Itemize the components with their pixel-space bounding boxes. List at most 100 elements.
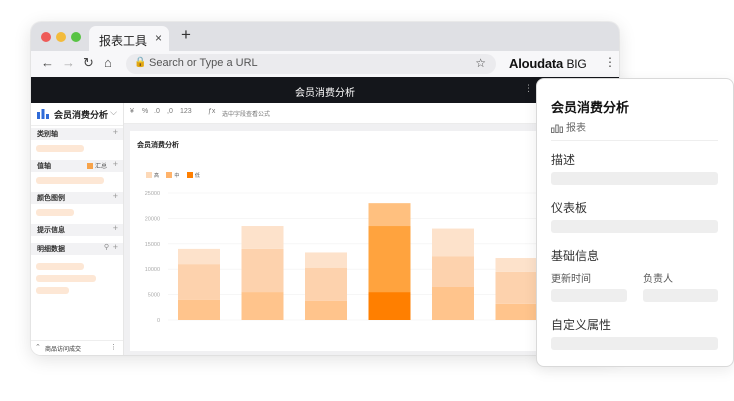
bar-segment-high[interactable] — [432, 228, 474, 257]
app-menu-icon[interactable]: ⋮ — [524, 83, 533, 94]
placeholder-field — [36, 287, 69, 294]
sum-toggle[interactable]: 汇总 — [86, 161, 107, 170]
y-tick-label: 10000 — [145, 267, 160, 273]
divider — [551, 140, 718, 141]
custom-attr-field[interactable] — [551, 337, 718, 350]
custom-attr-label: 自定义属性 — [551, 318, 612, 332]
sum-label: 汇总 — [94, 164, 107, 170]
section-label: 类别轴 — [37, 131, 58, 138]
placeholder-field — [36, 177, 104, 184]
more-icon[interactable]: ⋮ — [110, 343, 117, 351]
y-tick-label: 5000 — [148, 293, 160, 299]
sidebar-footer[interactable]: ⌃ 商品访问成交 ⋮ — [31, 340, 123, 355]
bar-segment-low[interactable] — [178, 299, 220, 320]
address-input[interactable]: 🔒 Search or Type a URL ☆ — [126, 54, 496, 74]
placeholder-field — [36, 209, 74, 216]
lock-icon: 🔒 — [134, 57, 147, 68]
y-tick-label: 20000 — [145, 216, 160, 222]
dashboard-field[interactable] — [551, 220, 718, 233]
formula-icon[interactable]: ƒx — [208, 108, 215, 115]
bar-segment-mid[interactable] — [178, 264, 220, 300]
sidebar: 会员消费分析 ⌵ 类别轴 + 值轴 汇总 + 颜色图例 + 提示信息 + 明细数… — [31, 103, 124, 355]
report-type-label: 报表 — [566, 123, 586, 134]
maximize-window-button[interactable] — [71, 32, 81, 42]
placeholder-field — [36, 275, 96, 282]
dataset-label: 商品访问成交 — [45, 347, 82, 353]
bar-segment-mid[interactable] — [368, 226, 411, 293]
section-detail-data[interactable]: 明细数据 ⚲ + — [31, 242, 123, 255]
report-name: 会员消费分析 — [54, 110, 109, 120]
add-icon[interactable]: + — [113, 242, 118, 252]
search-icon[interactable]: ⚲ — [104, 243, 109, 251]
updated-time-field — [551, 289, 627, 302]
bar-segment-low[interactable] — [305, 300, 347, 320]
add-icon[interactable]: + — [113, 159, 118, 169]
section-label: 颜色图例 — [37, 195, 65, 202]
bar-segment-low[interactable] — [432, 286, 474, 320]
home-icon[interactable]: ⌂ — [104, 55, 112, 70]
minimize-window-button[interactable] — [56, 32, 66, 42]
forward-arrow-icon[interactable]: → — [62, 55, 75, 70]
bar-segment-mid[interactable] — [241, 248, 284, 293]
bar-segment-mid[interactable] — [495, 271, 538, 304]
dashboard-label: 仪表板 — [551, 201, 588, 215]
back-arrow-icon[interactable]: ← — [41, 55, 54, 70]
bar-segment-high[interactable] — [495, 258, 538, 272]
close-icon[interactable]: × — [155, 31, 162, 45]
report-type: 报表 — [551, 119, 586, 134]
new-tab-icon[interactable]: + — [181, 25, 191, 45]
bar-segment-low[interactable] — [495, 303, 538, 320]
bar-segment-high[interactable] — [305, 252, 347, 268]
reload-icon[interactable]: ↻ — [83, 55, 94, 71]
y-tick-label: 25000 — [145, 191, 160, 197]
thousands-icon[interactable]: ,0 — [167, 108, 173, 115]
owner-field — [643, 289, 718, 302]
bar-segment-high[interactable] — [241, 226, 284, 249]
browser-window: 报表工具 × + ← → ↻ ⌂ 🔒 Search or Type a URL … — [31, 22, 619, 355]
decimal-icon[interactable]: .0 — [154, 108, 160, 115]
section-tooltip[interactable]: 提示信息 + — [31, 223, 123, 236]
y-tick-label: 0 — [157, 318, 160, 324]
brand-suffix: BIG — [566, 57, 587, 71]
add-icon[interactable]: + — [113, 191, 118, 201]
bar-segment-high[interactable] — [178, 248, 220, 265]
tab-title: 报表工具 — [99, 34, 148, 48]
y-tick-label: 15000 — [145, 242, 160, 248]
section-color-legend[interactable]: 颜色图例 + — [31, 191, 123, 204]
description-label: 描述 — [551, 153, 576, 167]
bar-segment-mid[interactable] — [305, 267, 347, 301]
browser-menu-icon[interactable]: ⋮ — [604, 55, 616, 69]
section-category-axis[interactable]: 类别轴 + — [31, 127, 123, 140]
bar-segment-low[interactable] — [368, 292, 411, 320]
bar-chart-icon — [551, 124, 563, 133]
section-label: 值轴 — [37, 163, 51, 170]
checkbox-icon — [86, 163, 93, 169]
browser-tab[interactable]: 报表工具 × — [89, 26, 169, 51]
tab-bar: 报表工具 × + — [31, 22, 619, 51]
section-label: 明细数据 — [37, 246, 65, 253]
chevron-down-icon[interactable]: ⌵ — [110, 107, 117, 118]
url-bar: ← → ↻ ⌂ 🔒 Search or Type a URL ☆ Aloudat… — [31, 51, 619, 77]
add-icon[interactable]: + — [113, 127, 118, 137]
section-label: 提示信息 — [37, 227, 65, 234]
address-placeholder: Search or Type a URL — [149, 57, 258, 69]
number-format-icon[interactable]: 123 — [180, 108, 192, 115]
basic-info-label: 基础信息 — [551, 249, 600, 263]
report-selector[interactable]: 会员消费分析 ⌵ — [31, 103, 123, 126]
report-chart-icon — [37, 109, 49, 119]
placeholder-field — [36, 263, 84, 270]
percent-icon[interactable]: % — [142, 108, 148, 115]
section-value-axis[interactable]: 值轴 汇总 + — [31, 159, 123, 172]
bookmark-star-icon[interactable]: ☆ — [475, 56, 486, 70]
expand-icon[interactable]: ⌃ — [35, 343, 41, 351]
report-info-panel: 会员消费分析 报表 描述 仪表板 基础信息 更新时间 负责人 自定义属性 — [536, 78, 734, 367]
bar-segment-mid[interactable] — [432, 256, 474, 287]
currency-icon[interactable]: ¥ — [130, 108, 134, 115]
description-field[interactable] — [551, 172, 718, 185]
close-window-button[interactable] — [41, 32, 51, 42]
app-header: 会员消费分析 ⋮ — [31, 77, 619, 103]
brand-name: Aloudata — [509, 56, 564, 71]
add-icon[interactable]: + — [113, 223, 118, 233]
bar-segment-high[interactable] — [368, 203, 411, 227]
bar-segment-low[interactable] — [241, 292, 284, 320]
